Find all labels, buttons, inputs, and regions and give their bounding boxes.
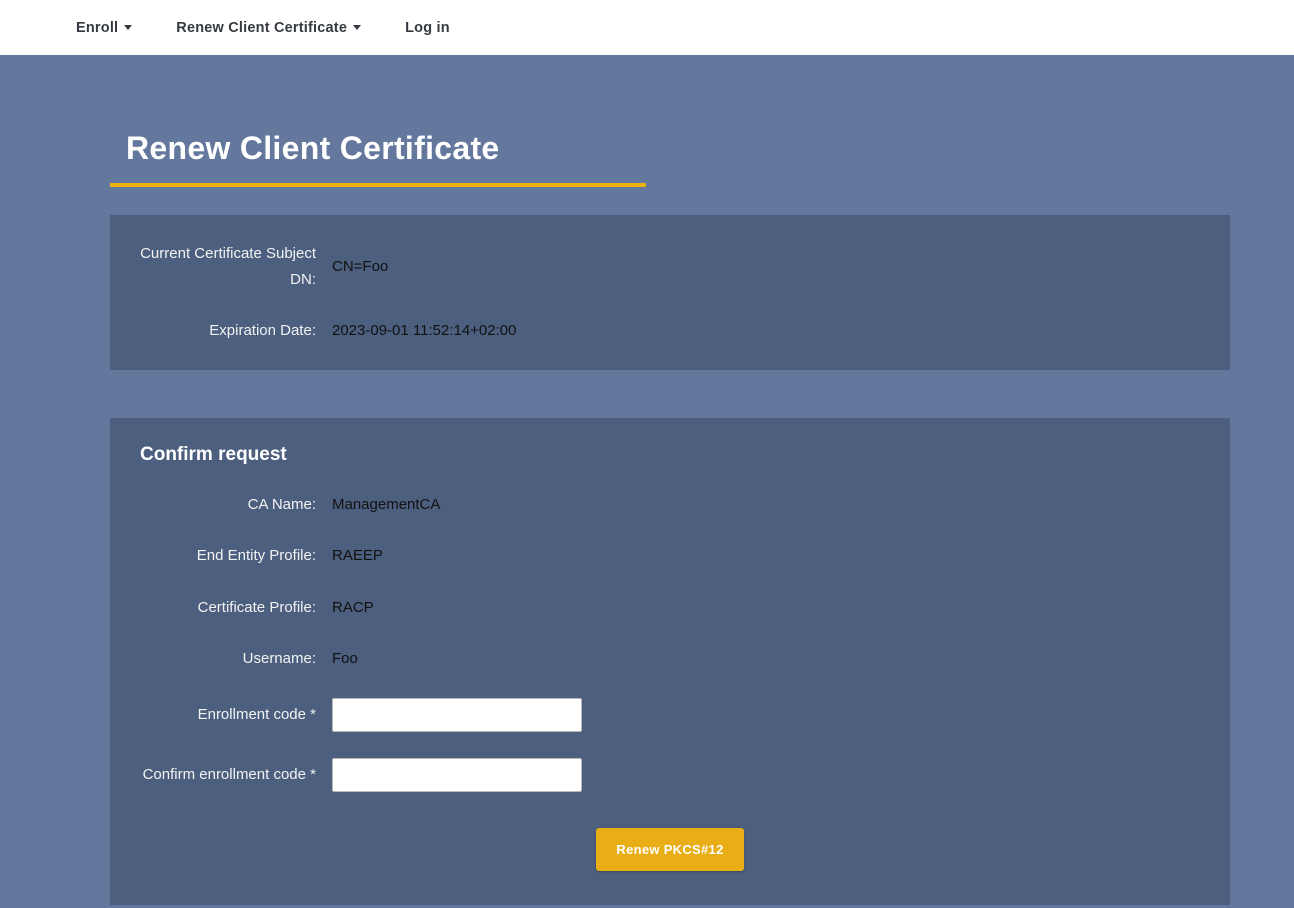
enrollment-code-label: Enrollment code * xyxy=(140,702,316,728)
current-certificate-panel: Current Certificate Subject DN: CN=Foo E… xyxy=(110,215,1230,370)
nav-login-label: Log in xyxy=(405,20,450,36)
subject-dn-label: Current Certificate Subject DN: xyxy=(140,241,316,292)
nav-renew-client-certificate-menu[interactable]: Renew Client Certificate xyxy=(176,20,361,36)
enrollment-code-row: Enrollment code * xyxy=(140,698,1200,732)
confirm-enrollment-code-row: Confirm enrollment code * xyxy=(140,758,1200,792)
chevron-down-icon xyxy=(353,25,361,30)
nav-enroll-label: Enroll xyxy=(76,20,118,36)
end-entity-profile-value: RAEEP xyxy=(332,547,383,564)
chevron-down-icon xyxy=(124,25,132,30)
page-title-underline: Renew Client Certificate xyxy=(110,130,646,187)
username-row: Username: Foo xyxy=(140,646,1200,672)
expiration-date-label: Expiration Date: xyxy=(140,318,316,344)
expiration-date-row: Expiration Date: 2023-09-01 11:52:14+02:… xyxy=(140,318,1200,344)
end-entity-profile-row: End Entity Profile: RAEEP xyxy=(140,543,1200,569)
confirm-enrollment-code-label: Confirm enrollment code * xyxy=(140,762,316,788)
ca-name-value: ManagementCA xyxy=(332,496,440,513)
end-entity-profile-label: End Entity Profile: xyxy=(140,543,316,569)
confirm-enrollment-code-input[interactable] xyxy=(332,758,582,792)
username-value: Foo xyxy=(332,650,358,667)
certificate-profile-value: RACP xyxy=(332,599,374,616)
subject-dn-value: CN=Foo xyxy=(332,258,388,275)
button-row: Renew PKCS#12 xyxy=(140,828,1200,871)
ca-name-row: CA Name: ManagementCA xyxy=(140,492,1200,518)
certificate-profile-label: Certificate Profile: xyxy=(140,595,316,621)
subject-dn-row: Current Certificate Subject DN: CN=Foo xyxy=(140,241,1200,292)
top-navbar: Enroll Renew Client Certificate Log in xyxy=(0,0,1294,55)
ca-name-label: CA Name: xyxy=(140,492,316,518)
renew-pkcs12-button[interactable]: Renew PKCS#12 xyxy=(596,828,743,871)
username-label: Username: xyxy=(140,646,316,672)
nav-enroll-menu[interactable]: Enroll xyxy=(76,20,132,36)
page-title: Renew Client Certificate xyxy=(126,130,646,167)
expiration-date-value: 2023-09-01 11:52:14+02:00 xyxy=(332,322,516,339)
nav-log-in[interactable]: Log in xyxy=(405,20,450,36)
main-content: Renew Client Certificate Current Certifi… xyxy=(110,130,1230,905)
confirm-request-panel: Confirm request CA Name: ManagementCA En… xyxy=(110,418,1230,905)
confirm-request-heading: Confirm request xyxy=(140,444,1200,466)
certificate-profile-row: Certificate Profile: RACP xyxy=(140,595,1200,621)
enrollment-code-input[interactable] xyxy=(332,698,582,732)
nav-renew-label: Renew Client Certificate xyxy=(176,20,347,36)
